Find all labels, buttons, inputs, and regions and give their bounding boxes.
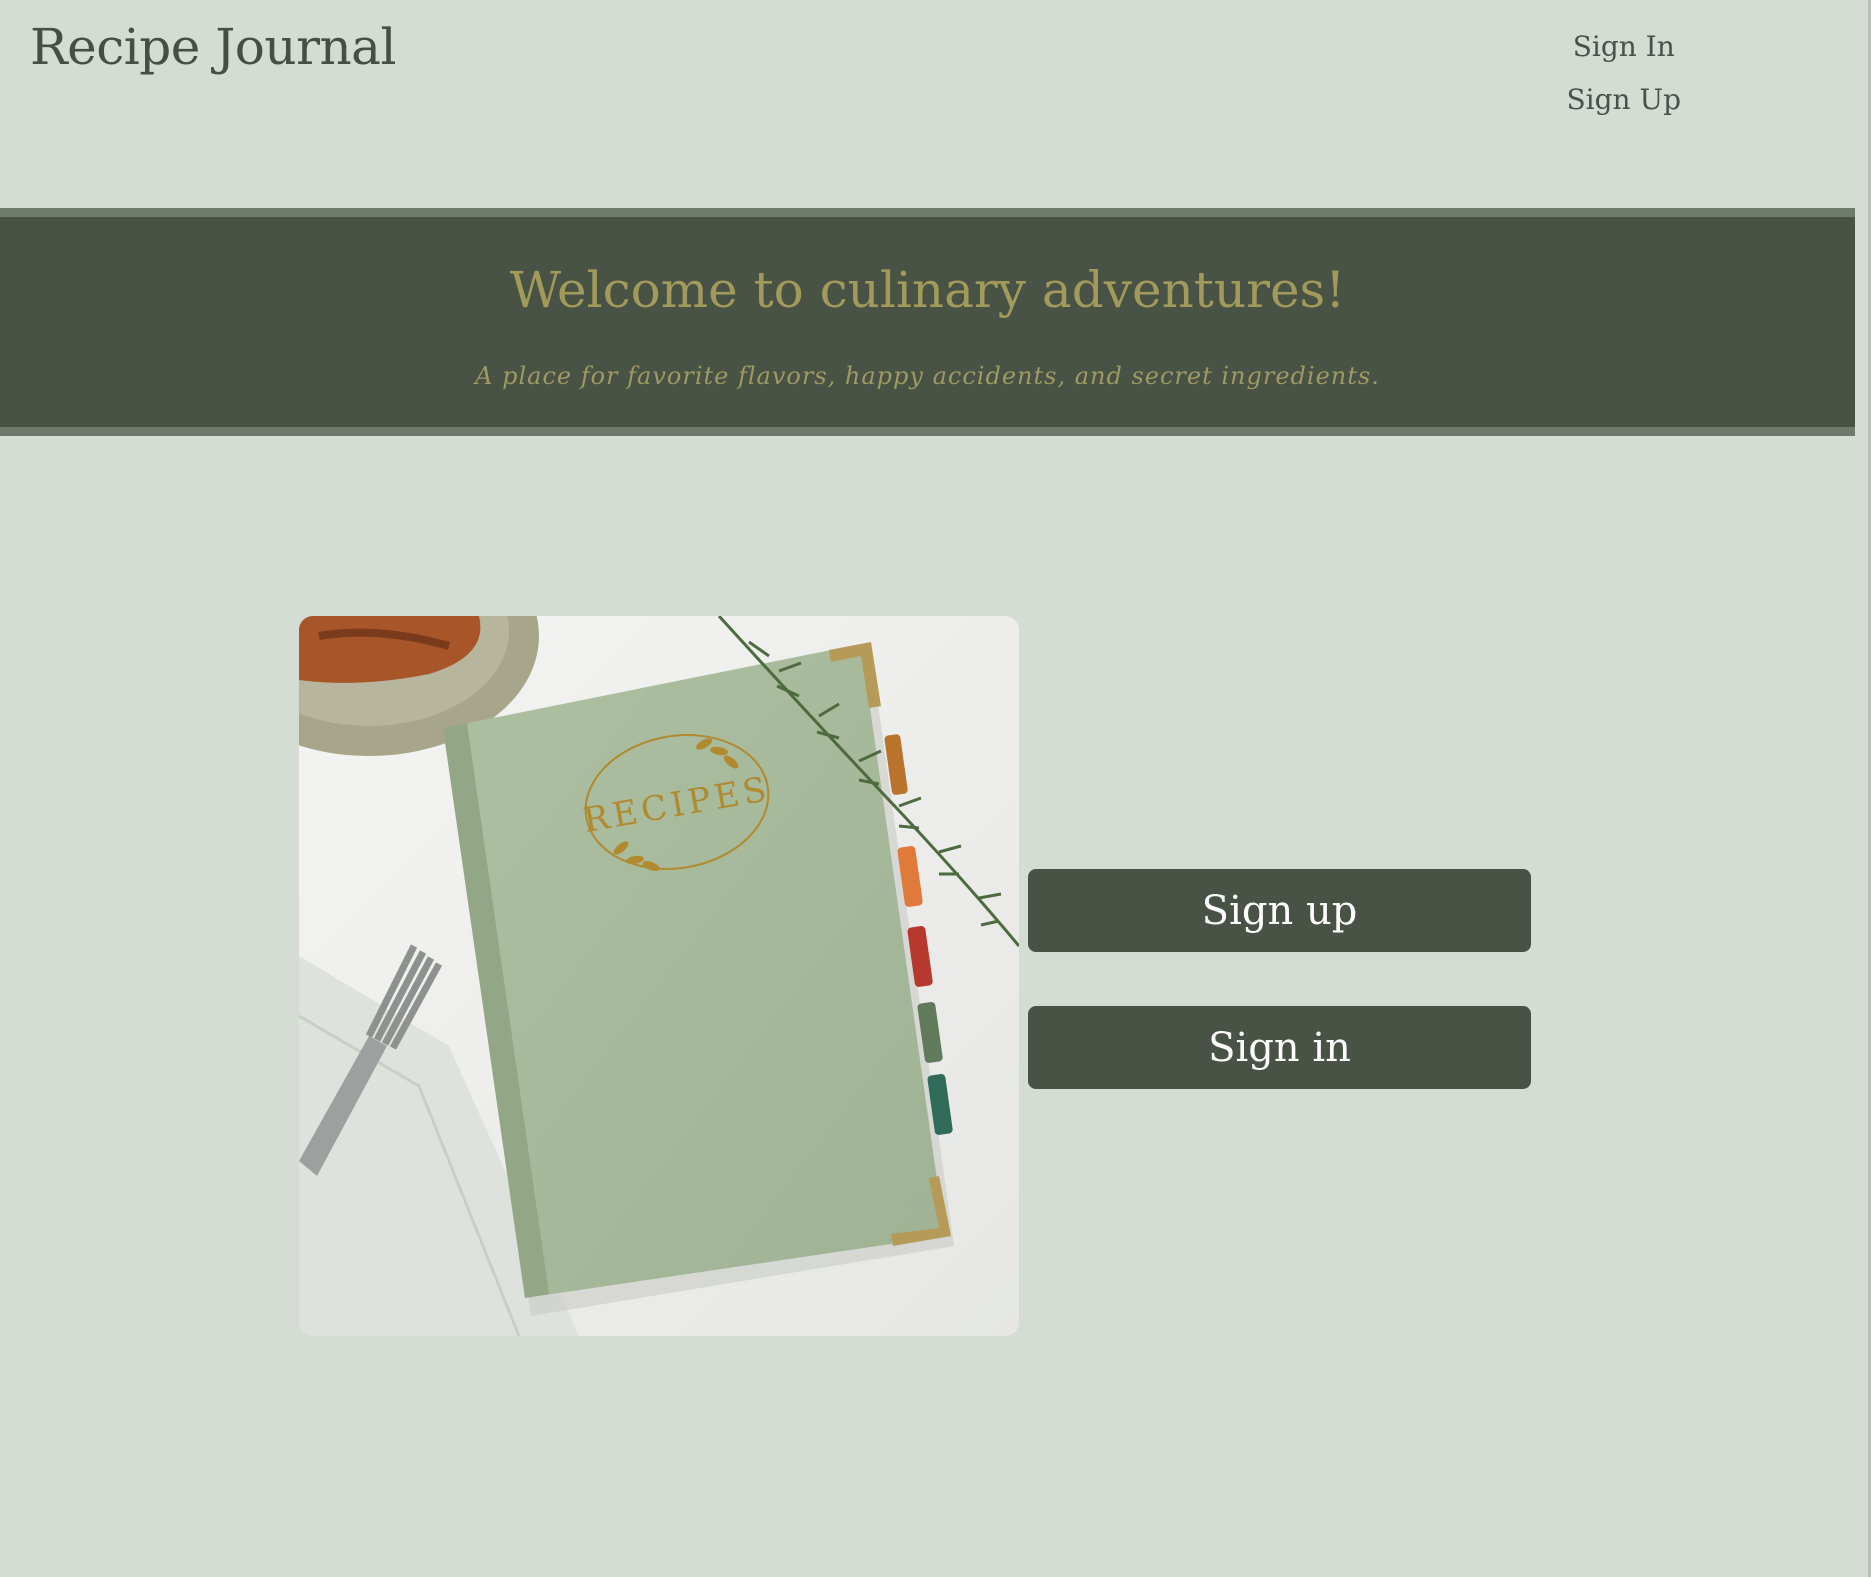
nav-sign-in-link[interactable]: Sign In xyxy=(1573,30,1675,63)
banner-tagline: A place for favorite flavors, happy acci… xyxy=(475,362,1380,390)
sign-up-button[interactable]: Sign up xyxy=(1028,869,1531,952)
banner-title: Welcome to culinary adventures! xyxy=(509,261,1346,319)
site-title: Recipe Journal xyxy=(30,18,396,76)
recipe-book-illustration: RECIPES xyxy=(299,616,1019,1336)
welcome-banner: Welcome to culinary adventures! A place … xyxy=(0,208,1855,436)
sign-in-button[interactable]: Sign in xyxy=(1028,1006,1531,1089)
top-nav: Sign In Sign Up xyxy=(1566,30,1681,116)
nav-sign-up-link[interactable]: Sign Up xyxy=(1566,83,1681,116)
recipe-book-photo: RECIPES xyxy=(299,616,1019,1336)
